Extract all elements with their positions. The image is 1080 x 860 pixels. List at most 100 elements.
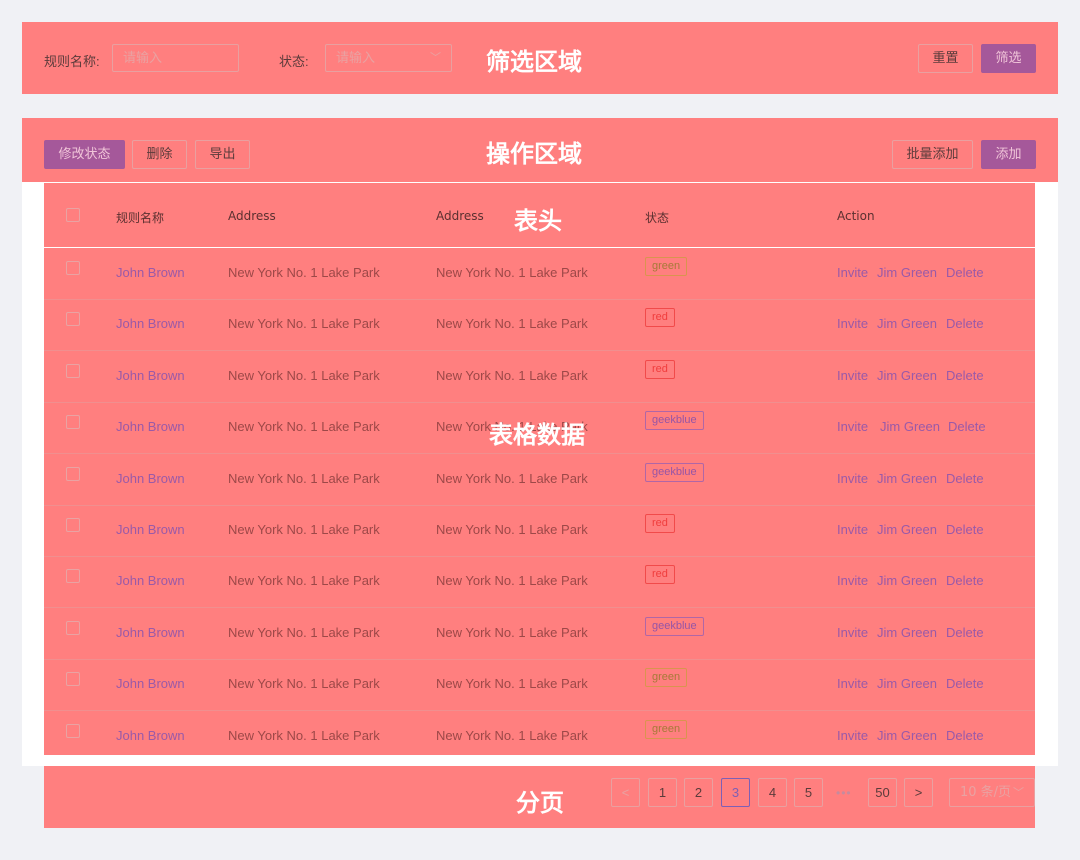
operation-area: 修改状态 删除 导出 操作区域 批量添加 添加 xyxy=(22,118,1058,182)
row-checkbox[interactable] xyxy=(66,672,80,687)
invite-link[interactable]: Invite xyxy=(837,676,868,691)
delete-link[interactable]: Delete xyxy=(946,728,984,743)
rule-name-link[interactable]: John Brown xyxy=(116,316,185,331)
page-size-select[interactable]: 10 条/页 ﹀ xyxy=(949,778,1035,807)
invite-link[interactable]: Invite xyxy=(837,265,868,280)
invite-link[interactable]: Invite xyxy=(837,573,868,588)
delete-link[interactable]: Delete xyxy=(946,368,984,383)
page-size-value: 10 条/页 xyxy=(960,785,1012,800)
jim-green-link[interactable]: Jim Green xyxy=(877,728,937,743)
delete-link[interactable]: Delete xyxy=(946,265,984,280)
column-header-address[interactable]: Address xyxy=(228,209,276,223)
rule-name-link[interactable]: John Brown xyxy=(116,625,185,640)
delete-link[interactable]: Delete xyxy=(946,471,984,486)
delete-link[interactable]: Delete xyxy=(948,419,986,434)
table-row: John Brown New York No. 1 Lake Park New Yo… xyxy=(44,299,1035,352)
invite-link[interactable]: Invite xyxy=(837,368,868,383)
table-row: John Brown New York No. 1 Lake Park New Yo… xyxy=(44,711,1035,762)
add-button[interactable]: 添加 xyxy=(981,140,1036,169)
next-page-button[interactable]: > xyxy=(904,778,933,807)
invite-link[interactable]: Invite xyxy=(837,316,868,331)
rule-name-input[interactable]: 请输入 xyxy=(112,44,239,72)
rule-name-label: 规则名称: xyxy=(44,54,100,69)
column-header-rule-name[interactable]: 规则名称 xyxy=(116,209,164,226)
row-checkbox[interactable] xyxy=(66,312,80,327)
table-row: John Brown New York No. 1 Lake Park New Yo… xyxy=(44,556,1035,609)
rule-name-link[interactable]: John Brown xyxy=(116,676,185,691)
address-cell: New York No. 1 Lake Park xyxy=(228,727,380,743)
invite-link[interactable]: Invite xyxy=(837,419,868,434)
pagination-region-label: 分页 xyxy=(516,789,564,817)
jim-green-link[interactable]: Jim Green xyxy=(877,316,937,331)
pagination-area: 分页 < 1 2 3 4 5 ••• 50 > 10 条/页 ﹀ xyxy=(44,766,1035,828)
reset-button[interactable]: 重置 xyxy=(918,44,973,73)
rule-name-link[interactable]: John Brown xyxy=(116,573,185,588)
page-button-50[interactable]: 50 xyxy=(868,778,897,807)
column-header-action[interactable]: Action xyxy=(837,209,875,223)
row-checkbox[interactable] xyxy=(66,723,80,738)
row-checkbox[interactable] xyxy=(66,363,80,378)
jim-green-link[interactable]: Jim Green xyxy=(877,522,937,537)
row-checkbox[interactable] xyxy=(66,620,80,635)
jim-green-link[interactable]: Jim Green xyxy=(877,625,937,640)
chevron-down-icon: ﹀ xyxy=(1013,786,1024,799)
page-button-3[interactable]: 3 xyxy=(721,778,750,807)
status-tag: red xyxy=(645,308,675,328)
header-region-label: 表头 xyxy=(514,207,562,235)
invite-link[interactable]: Invite xyxy=(837,625,868,640)
invite-link[interactable]: Invite xyxy=(837,728,868,743)
delete-link[interactable]: Delete xyxy=(946,625,984,640)
page-button-2[interactable]: 2 xyxy=(684,778,713,807)
select-all-checkbox[interactable] xyxy=(66,208,80,222)
rule-name-link[interactable]: John Brown xyxy=(116,265,185,280)
column-header-status[interactable]: 状态 xyxy=(645,209,669,226)
address-cell: New York No. 1 Lake Park xyxy=(228,573,380,589)
status-tag: green xyxy=(645,257,688,276)
jim-green-link[interactable]: Jim Green xyxy=(877,471,937,486)
status-tag: geekblue xyxy=(645,411,704,431)
row-checkbox[interactable] xyxy=(66,415,80,430)
jim-green-link[interactable]: Jim Green xyxy=(877,368,937,383)
rule-name-link[interactable]: John Brown xyxy=(116,728,185,743)
chevron-down-icon: ﹀ xyxy=(430,52,441,64)
rule-name-link[interactable]: John Brown xyxy=(116,522,185,537)
table-row: John Brown New York No. 1 Lake Park New Yo… xyxy=(44,505,1035,557)
address-cell-2: New York No. 1 Lake Park xyxy=(436,624,588,640)
delete-link[interactable]: Delete xyxy=(946,676,984,691)
status-tag: geekblue xyxy=(645,616,704,636)
column-header-address-2[interactable]: Address xyxy=(436,209,484,223)
row-checkbox[interactable] xyxy=(66,466,80,481)
ellipsis[interactable]: ••• xyxy=(836,786,852,800)
status-tag: geekblue xyxy=(645,462,704,482)
jim-green-link[interactable]: Jim Green xyxy=(877,573,937,588)
table-header: 规则名称 Address Address 表头 状态 Action xyxy=(44,183,1035,247)
delete-link[interactable]: Delete xyxy=(946,522,984,537)
rule-name-link[interactable]: John Brown xyxy=(116,419,185,434)
export-button[interactable]: 导出 xyxy=(195,140,250,169)
delete-button[interactable]: 删除 xyxy=(132,140,187,169)
prev-page-button[interactable]: < xyxy=(611,778,640,807)
delete-link[interactable]: Delete xyxy=(946,316,984,331)
invite-link[interactable]: Invite xyxy=(837,471,868,486)
delete-link[interactable]: Delete xyxy=(946,573,984,588)
row-checkbox[interactable] xyxy=(66,518,80,532)
jim-green-link[interactable]: Jim Green xyxy=(877,676,937,691)
jim-green-link[interactable]: Jim Green xyxy=(877,265,937,280)
page-button-4[interactable]: 4 xyxy=(758,778,787,807)
table-container: 规则名称 Address Address 表头 状态 Action 表格数据 J… xyxy=(22,182,1058,766)
status-select[interactable]: 请输入 ﹀ xyxy=(325,44,452,72)
filter-button[interactable]: 筛选 xyxy=(981,44,1036,73)
address-cell: New York No. 1 Lake Park xyxy=(228,367,380,383)
jim-green-link[interactable]: Jim Green xyxy=(880,419,940,434)
rule-name-link[interactable]: John Brown xyxy=(116,471,185,486)
page-button-5[interactable]: 5 xyxy=(794,778,823,807)
row-checkbox[interactable] xyxy=(66,569,80,584)
page-button-1[interactable]: 1 xyxy=(648,778,677,807)
address-cell: New York No. 1 Lake Park xyxy=(228,470,380,486)
batch-add-button[interactable]: 批量添加 xyxy=(892,140,973,169)
invite-link[interactable]: Invite xyxy=(837,522,868,537)
row-checkbox[interactable] xyxy=(66,261,80,275)
filter-area: 规则名称: 请输入 状态: 请输入 ﹀ 筛选区域 重置 筛选 xyxy=(22,22,1058,94)
modify-status-button[interactable]: 修改状态 xyxy=(44,140,125,169)
rule-name-link[interactable]: John Brown xyxy=(116,368,185,383)
